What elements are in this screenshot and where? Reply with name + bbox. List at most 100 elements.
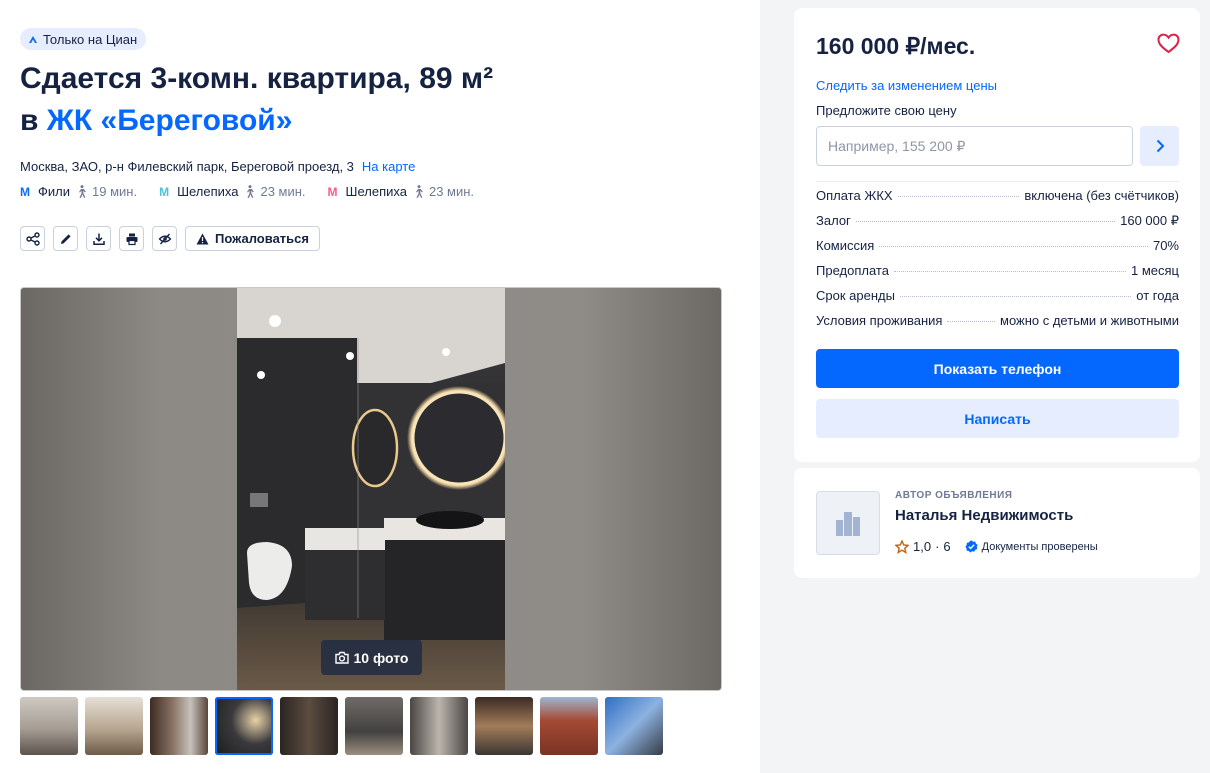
show-phone-button[interactable]: Показать телефон bbox=[816, 349, 1179, 388]
rating-separator: · bbox=[935, 539, 940, 554]
walk-time-text: 23 мин. bbox=[260, 184, 306, 199]
share-icon bbox=[25, 231, 40, 246]
thumbnail-building-brick[interactable] bbox=[540, 697, 598, 755]
term-label: Комиссия bbox=[816, 238, 875, 253]
edit-button[interactable] bbox=[53, 226, 78, 251]
term-value: 70% bbox=[1152, 238, 1179, 253]
metro-station-name: Шелепиха bbox=[177, 184, 239, 199]
term-label: Условия проживания bbox=[816, 313, 943, 328]
term-label: Залог bbox=[816, 213, 851, 228]
term-value: 160 000 ₽ bbox=[1120, 213, 1179, 228]
term-value: можно с детьми и животными bbox=[1000, 313, 1179, 328]
print-icon bbox=[126, 233, 137, 245]
term-value: 1 месяц bbox=[1131, 263, 1179, 278]
author-rating: 1,0 bbox=[913, 539, 932, 554]
title-prefix: в bbox=[20, 104, 39, 137]
download-button[interactable] bbox=[86, 226, 111, 251]
thumbnail-bedroom[interactable] bbox=[85, 697, 143, 755]
thumbnail-toilet[interactable] bbox=[345, 697, 403, 755]
term-dots bbox=[893, 271, 1126, 272]
thumbnail-living-room[interactable] bbox=[20, 697, 78, 755]
address-text: Москва, ЗАО, р-н Филевский парк, Берегов… bbox=[20, 159, 354, 174]
badge-label: Только на Циан bbox=[43, 31, 138, 47]
photo-count-button[interactable]: 10 фото bbox=[321, 640, 422, 675]
offer-label: Предложите свою цену bbox=[816, 103, 957, 118]
term-row: Оплата ЖКХ включена (без счётчиков) bbox=[816, 188, 1179, 213]
avatar[interactable] bbox=[816, 491, 880, 555]
complex-link[interactable]: ЖК «Береговой» bbox=[47, 104, 293, 137]
share-button[interactable] bbox=[20, 226, 45, 251]
photo-gallery[interactable]: 10 фото bbox=[20, 287, 722, 691]
metro-station-name: Фили bbox=[38, 184, 70, 199]
docs-verified: Документы проверены bbox=[981, 540, 1098, 553]
author-meta: 1,0 · 6 Документы проверены bbox=[895, 539, 1098, 554]
offer-submit-button[interactable] bbox=[1140, 126, 1179, 166]
building-icon bbox=[836, 512, 860, 536]
walk-time: 19 мин. bbox=[76, 184, 137, 199]
term-dots bbox=[897, 196, 1020, 197]
hide-button[interactable] bbox=[152, 226, 177, 251]
complain-button[interactable]: Пожаловаться bbox=[185, 226, 320, 251]
term-value: от года bbox=[1136, 288, 1179, 303]
offer-price-input[interactable] bbox=[816, 126, 1133, 166]
download-icon bbox=[92, 233, 105, 245]
photo-count-label: 10 фото bbox=[353, 649, 409, 666]
write-message-button[interactable]: Написать bbox=[816, 399, 1179, 438]
main-photo[interactable] bbox=[237, 288, 505, 690]
thumbnail-lobby[interactable] bbox=[475, 697, 533, 755]
heart-icon[interactable] bbox=[1157, 33, 1180, 54]
term-dots bbox=[947, 321, 995, 322]
print-button[interactable] bbox=[119, 226, 144, 251]
cian-logo-icon bbox=[29, 36, 37, 43]
term-row: Комиссия 70% bbox=[816, 238, 1179, 263]
metro-station[interactable]: M Шелепиха bbox=[328, 184, 407, 199]
walk-time-text: 23 мин. bbox=[428, 184, 475, 199]
metro-list: M Фили 19 мин. M Шелепиха 23 мин. M Шеле… bbox=[20, 184, 496, 199]
thumbnail-bedroom-window[interactable] bbox=[150, 697, 208, 755]
thumbnail-wardrobe[interactable] bbox=[280, 697, 338, 755]
rental-terms: Оплата ЖКХ включена (без счётчиков) Залог… bbox=[816, 188, 1179, 338]
term-row: Срок аренды от года bbox=[816, 288, 1179, 313]
verified-check-icon bbox=[965, 540, 978, 553]
walking-person-icon bbox=[79, 185, 86, 198]
term-dots bbox=[855, 221, 1116, 222]
exclusive-badge: Только на Циан bbox=[20, 28, 147, 50]
author-caption: АВТОР ОБЪЯВЛЕНИЯ bbox=[895, 490, 1013, 501]
complain-label: Пожаловаться bbox=[215, 231, 309, 246]
term-label: Оплата ЖКХ bbox=[816, 188, 893, 203]
camera-icon bbox=[334, 651, 349, 664]
listing-main: Только на Циан Сдается 3-комн. квартира,… bbox=[0, 0, 760, 773]
term-dots bbox=[879, 246, 1148, 247]
metro-icon: M bbox=[159, 184, 170, 199]
metro-icon: M bbox=[20, 184, 30, 199]
thumbnail-hallway[interactable] bbox=[410, 697, 468, 755]
title-line2: в ЖК «Береговой» bbox=[20, 100, 720, 142]
bathroom-photo bbox=[237, 288, 505, 690]
author-reviews[interactable]: 6 bbox=[943, 539, 950, 554]
price: 160 000 ₽/мес. bbox=[816, 33, 976, 59]
page-title: Сдается 3-комн. квартира, 89 м² в ЖК «Бе… bbox=[20, 58, 720, 142]
author-name[interactable]: Наталья Недвижимость bbox=[895, 507, 1073, 524]
walking-person-icon bbox=[247, 185, 255, 198]
map-link[interactable]: На карте bbox=[362, 159, 415, 174]
track-price-link[interactable]: Следить за изменением цены bbox=[816, 78, 997, 93]
metro-station[interactable]: M Фили bbox=[20, 184, 70, 199]
metro-station[interactable]: M Шелепиха bbox=[159, 184, 238, 199]
address-row: Москва, ЗАО, р-н Филевский парк, Берегов… bbox=[20, 159, 415, 174]
term-row: Предоплата 1 месяц bbox=[816, 263, 1179, 288]
term-label: Срок аренды bbox=[816, 288, 895, 303]
chevron-right-icon bbox=[1156, 139, 1164, 153]
divider bbox=[816, 181, 1179, 182]
term-row: Залог 160 000 ₽ bbox=[816, 213, 1179, 238]
author-card: АВТОР ОБЪЯВЛЕНИЯ Наталья Недвижимость 1,… bbox=[794, 468, 1200, 578]
thumbnail-building-tower[interactable] bbox=[605, 697, 663, 755]
thumbnail-bathroom-active[interactable] bbox=[215, 697, 273, 755]
edit-icon bbox=[60, 233, 71, 244]
star-icon bbox=[895, 539, 909, 554]
thumbnail-strip bbox=[20, 697, 663, 755]
metro-icon: M bbox=[327, 184, 338, 199]
walk-time-text: 19 мин. bbox=[92, 184, 138, 199]
price-card: 160 000 ₽/мес. Следить за изменением цен… bbox=[794, 8, 1200, 462]
term-dots bbox=[899, 296, 1132, 297]
walking-person-icon bbox=[415, 185, 423, 198]
